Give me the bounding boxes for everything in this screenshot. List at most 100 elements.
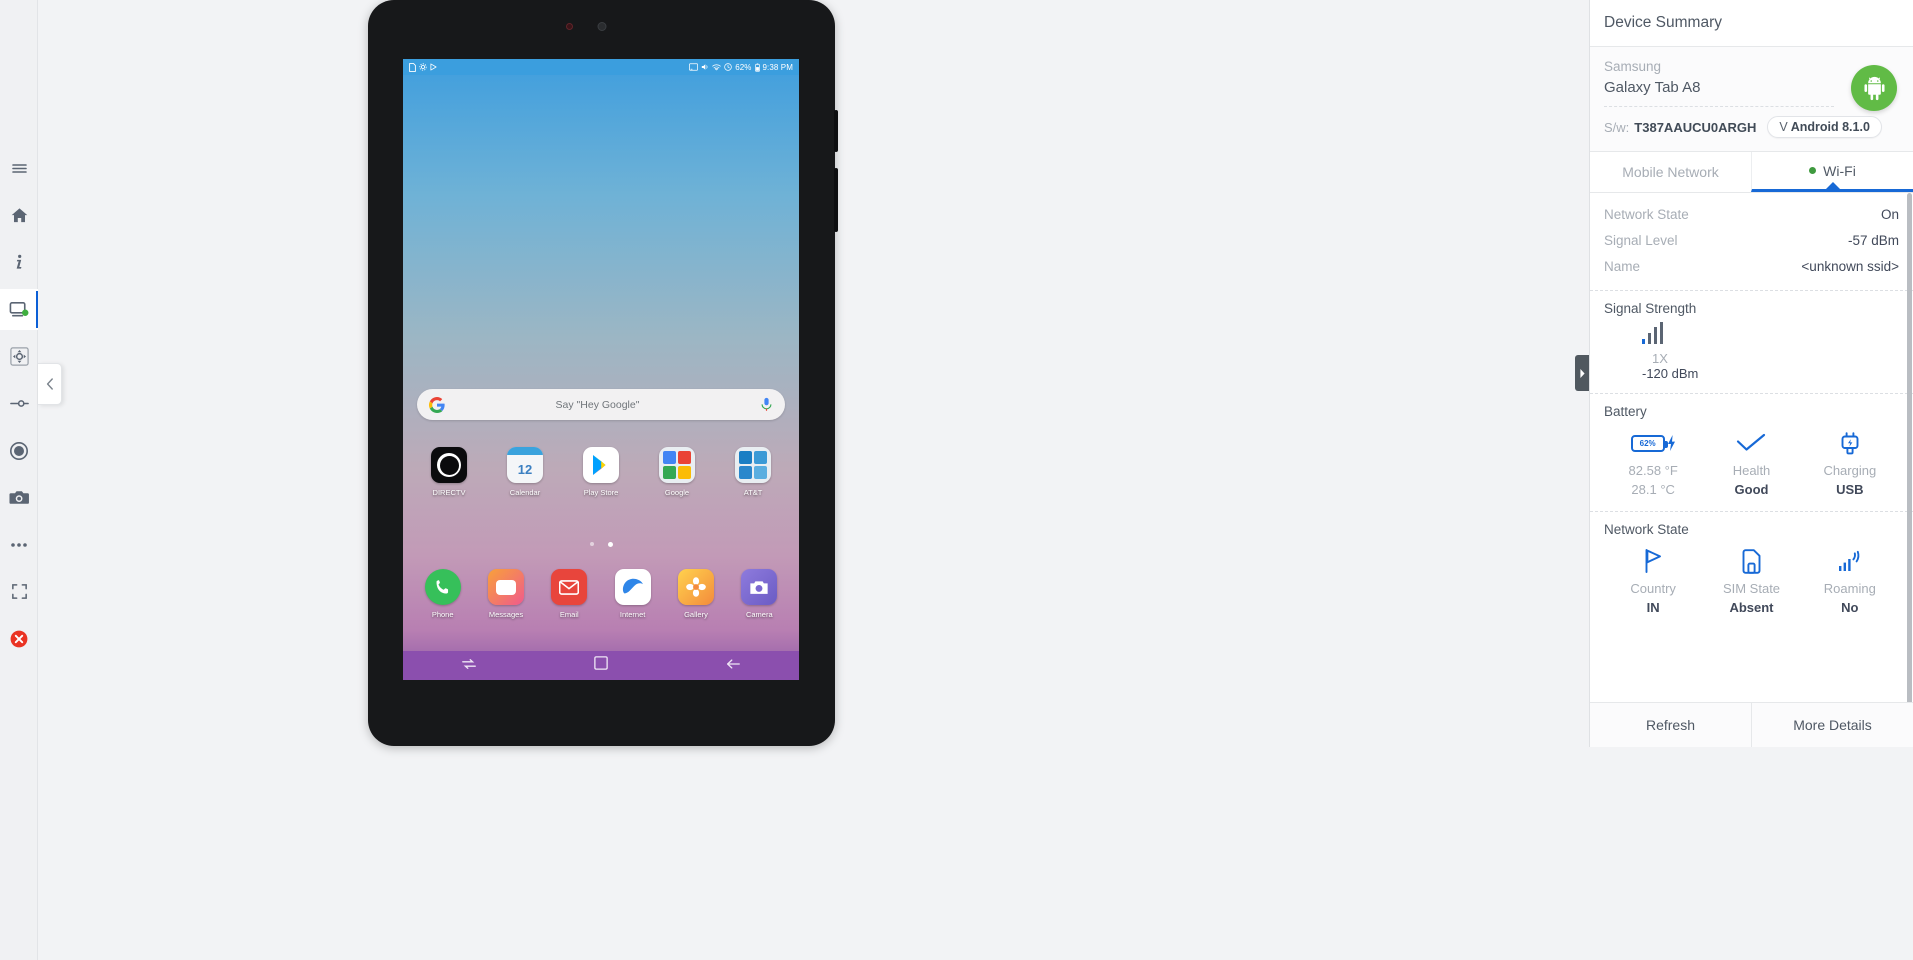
device-identity-block: Samsung Galaxy Tab A8 S/w: T387AAUCU0ARG… [1590,47,1913,153]
property-key: Name [1604,259,1641,275]
home-nav-icon[interactable] [594,656,608,675]
section-title: Signal Strength [1604,301,1697,317]
settings-icon [419,63,427,71]
battery-health-cell: Health Good [1702,425,1800,499]
tab-mobile-network[interactable]: Mobile Network [1590,152,1751,192]
home-icon[interactable] [0,195,38,236]
email-icon [551,569,588,605]
status-led-icon [566,23,573,30]
page-dot[interactable] [589,542,594,546]
recents-icon[interactable] [461,657,477,675]
battery-health-label: Health [1732,463,1771,479]
google-search-bar[interactable]: Say "Hey Google" [417,389,785,420]
battery-icon [754,63,760,72]
sw-value: T387AAUCU0ARGH [1634,119,1757,135]
country-cell: Country IN [1604,543,1702,617]
power-button[interactable] [834,168,838,232]
dpad-icon[interactable] [0,336,38,377]
bolt-icon [1667,435,1675,452]
internet-icon [614,569,651,605]
country-label: Country [1630,581,1676,597]
list-item: Network State On [1604,202,1899,228]
sim-state-label: SIM State [1722,581,1781,597]
app-gallery[interactable]: Gallery [665,569,727,619]
signal-strength-group: 1X -120 dBm [1604,322,1899,381]
app-label: Internet [619,610,646,619]
property-key: Network State [1604,207,1689,223]
tab-wifi[interactable]: Wi-Fi [1751,152,1913,193]
volume-button[interactable] [834,110,838,152]
page-dot-active[interactable] [607,542,613,547]
tab-status-dot-icon [1809,167,1817,175]
app-google-folder[interactable]: Google [646,447,708,497]
plug-icon [1838,425,1862,461]
signal-bars-icon [1642,322,1899,345]
battery-health-value: Good [1734,482,1769,498]
app-messages[interactable]: Messages [475,569,537,619]
monitor-icon[interactable] [0,289,40,330]
home-page-dots [403,542,799,547]
toolbar-collapse-button[interactable] [38,363,62,405]
app-play-store[interactable]: Play Store [570,447,632,497]
android-robot-icon [1851,65,1897,111]
battery-metrics: 62% 82.58 °F 28.1 °C Health Good Chargin… [1604,425,1899,499]
microphone-icon[interactable] [760,397,773,412]
menu-icon[interactable] [0,148,38,189]
app-internet[interactable]: Internet [602,569,664,619]
panel-scrollbar[interactable] [1907,193,1912,702]
sim-state-value: Absent [1729,600,1774,616]
slider-icon[interactable] [0,383,38,424]
country-value: IN [1646,600,1660,616]
status-battery-percent: 62% [735,62,752,72]
app-label: Email [559,610,579,619]
app-directv[interactable]: DIRECTV [418,447,480,497]
refresh-button[interactable]: Refresh [1590,703,1751,747]
app-label: Play Store [583,488,619,497]
battery-temp-f: 82.58 °F [1628,463,1678,479]
more-icon[interactable] [0,524,38,565]
battery-temp-c: 28.1 °C [1631,482,1675,498]
app-label: Messages [488,610,524,619]
check-icon [1736,425,1766,461]
network-properties-list: Network State On Signal Level -57 dBm Na… [1590,193,1913,290]
roaming-cell: Roaming No [1801,543,1899,617]
status-clock: 9:38 PM [762,62,793,72]
property-value: On [1880,207,1899,223]
device-screen[interactable]: 62% 9:38 PM Say "Hey Google" DIRECTV 12 … [403,59,799,680]
os-version: Android 8.1.0 [1790,120,1870,135]
app-label: Calendar [509,488,541,497]
messages-icon [487,569,524,605]
cast-icon [689,63,699,71]
fullscreen-icon[interactable] [0,571,38,612]
signal-dbm: -120 dBm [1642,366,1699,382]
app-email[interactable]: Email [538,569,600,619]
app-root: 62% 9:38 PM Say "Hey Google" DIRECTV 12 … [0,0,1913,960]
app-label: Camera [745,610,773,619]
back-icon[interactable] [725,657,741,675]
app-camera[interactable]: Camera [728,569,790,619]
battery-charging-cell: Charging USB [1801,425,1899,499]
app-label: Gallery [684,610,708,619]
divider [1604,106,1835,108]
wifi-icon [712,63,721,70]
app-att-folder[interactable]: AT&T [722,447,784,497]
att-folder-icon [735,447,771,483]
more-details-button[interactable]: More Details [1751,703,1913,747]
calendar-icon: 12 [507,447,543,483]
google-folder-icon [659,447,695,483]
panel-collapse-button[interactable] [1575,355,1589,391]
list-item: Signal Level -57 dBm [1604,228,1899,254]
roaming-value: No [1841,600,1859,616]
panel-title: Device Summary [1590,0,1913,47]
app-phone[interactable]: Phone [412,569,474,619]
info-icon[interactable] [0,242,38,283]
app-label: Google [664,488,690,497]
close-icon[interactable] [0,618,38,659]
gallery-icon [677,569,714,605]
section-title: Battery [1604,404,1647,420]
record-icon[interactable] [0,430,38,471]
app-calendar[interactable]: 12 Calendar [494,447,556,497]
battery-percent-badge: 62% [1639,438,1656,448]
property-key: Signal Level [1604,233,1678,249]
camera-icon[interactable] [0,477,38,518]
